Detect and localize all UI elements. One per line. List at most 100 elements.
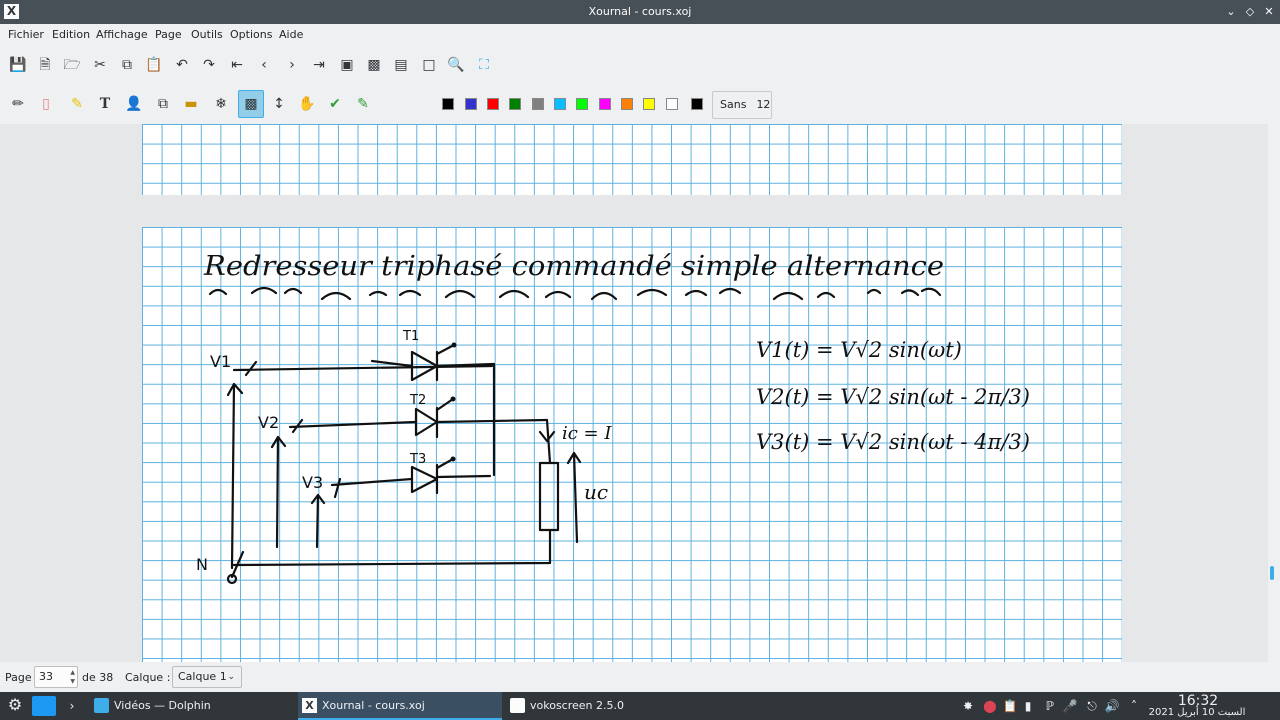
tray-expand-icon[interactable]: ˄ — [1126, 698, 1142, 714]
color-orange[interactable] — [621, 98, 633, 110]
font-name: Sans — [720, 98, 747, 111]
spin-up-icon[interactable]: ▲ — [70, 669, 75, 676]
redo-icon[interactable]: ↷ — [198, 54, 220, 76]
color-gray[interactable] — [532, 98, 544, 110]
rect-select-icon[interactable]: ▩ — [238, 90, 264, 118]
task-dolphin[interactable]: Vidéos — Dolphin — [90, 692, 296, 720]
lasso-select-icon[interactable]: ❄ — [210, 93, 232, 115]
menu-options[interactable]: Options — [230, 28, 272, 41]
save-icon[interactable]: 💾 — [7, 54, 29, 76]
close-icon[interactable]: ✕ — [1260, 3, 1278, 21]
menu-edition[interactable]: Edition — [52, 28, 90, 41]
color-red[interactable] — [487, 98, 499, 110]
show-desktop-icon[interactable] — [32, 696, 56, 716]
spin-down-icon[interactable]: ▼ — [70, 678, 75, 685]
label-t2: T2 — [409, 393, 426, 408]
zoom-fit-icon[interactable]: ▣ — [336, 54, 358, 76]
page-label: Page — [5, 671, 32, 684]
menu-page[interactable]: Page — [155, 28, 182, 41]
default-tool-icon[interactable]: ✔ — [324, 93, 346, 115]
task-vokoscreen-label: vokoscreen 2.5.0 — [530, 699, 624, 712]
page-number-value: 33 — [39, 670, 53, 683]
label-t3: T3 — [409, 452, 426, 467]
ruler-icon[interactable]: ▬ — [180, 93, 202, 115]
menu-bar: Fichier Edition Affichage Page Outils Op… — [0, 24, 1280, 46]
cut-icon[interactable]: ✂ — [89, 54, 111, 76]
bluetooth-icon[interactable]: ℙ — [1042, 698, 1058, 714]
undo-icon[interactable]: ↶ — [171, 54, 193, 76]
menu-fichier[interactable]: Fichier — [8, 28, 44, 41]
microphone-icon[interactable]: 🎤 — [1062, 698, 1078, 714]
label-t1: T1 — [402, 329, 419, 344]
highlighter-icon[interactable]: ✎ — [66, 93, 88, 115]
current-page[interactable]: Redresseur triphasé commandé simple alte… — [142, 227, 1122, 662]
wifi-icon[interactable]: ⎋ — [1084, 698, 1100, 714]
previous-page[interactable] — [142, 124, 1122, 195]
color-black[interactable] — [442, 98, 454, 110]
eraser-icon[interactable]: ▯ — [35, 93, 57, 115]
v3-arrow — [310, 493, 326, 549]
new-page-icon[interactable]: 🗎 — [34, 54, 56, 76]
vertical-space-icon[interactable]: ↕ — [268, 93, 290, 115]
page-number-spinbox[interactable]: 33 ▲ ▼ — [34, 666, 78, 688]
document-canvas[interactable]: Redresseur triphasé commandé simple alte… — [0, 124, 1268, 662]
image-tool-icon[interactable]: 👤 — [123, 93, 145, 115]
color-white[interactable] — [666, 98, 678, 110]
shape-recognizer-icon[interactable]: ⧉ — [152, 93, 174, 115]
note-title: Redresseur triphasé commandé simple alte… — [203, 251, 944, 282]
battery-icon[interactable]: ▮ — [1020, 698, 1036, 714]
color-light-blue[interactable] — [554, 98, 566, 110]
zoom-search-icon[interactable]: 🔍 — [445, 54, 467, 76]
status-bar: Page 33 ▲ ▼ de 38 Calque : Calque 1 ⌄ — [0, 662, 1280, 692]
color-current[interactable] — [691, 98, 703, 110]
clock-date[interactable]: السبت 10 أبريل 2021 — [1142, 707, 1252, 718]
record-icon[interactable]: ⬤ — [982, 698, 998, 714]
next-page-icon[interactable]: › — [281, 54, 303, 76]
color-light-green[interactable] — [576, 98, 588, 110]
color-blue[interactable] — [465, 98, 477, 110]
task-xournal-label: Xournal - cours.xoj — [322, 699, 425, 712]
default-pen-icon[interactable]: ✎ — [352, 93, 374, 115]
copy-icon[interactable]: ⧉ — [116, 54, 138, 76]
zoom-width-icon[interactable]: ▤ — [390, 54, 412, 76]
zoom-page-icon[interactable]: ▩ — [363, 54, 385, 76]
open-folder-icon[interactable]: 🗁 — [61, 54, 83, 76]
folder-icon — [94, 698, 109, 713]
t1-gate — [451, 342, 457, 348]
handwritten-notes: Redresseur triphasé commandé simple alte… — [196, 251, 1030, 585]
layer-select[interactable]: Calque 1 ⌄ — [172, 666, 242, 688]
label-v2: V2 — [258, 413, 279, 432]
paste-icon[interactable]: 📋 — [143, 54, 165, 76]
text-tool-icon[interactable]: T — [94, 93, 116, 115]
tools-toolbar: ✏ ▯ ✎ T 👤 ⧉ ▬ ❄ ▩ ↕ ✋ ✔ ✎ — [0, 88, 1280, 196]
hand-tool-icon[interactable]: ✋ — [296, 93, 318, 115]
fullscreen-icon[interactable]: ⛶ — [473, 54, 495, 76]
uc-arrow — [566, 451, 582, 544]
minimize-icon[interactable]: ⌄ — [1222, 3, 1240, 21]
volume-icon[interactable]: 🔊 — [1104, 698, 1120, 714]
task-vokoscreen[interactable]: vokoscreen 2.5.0 — [506, 692, 712, 720]
v2-arrow — [270, 435, 287, 549]
title-bar: X Xournal - cours.xoj ⌄ ◇ ✕ — [0, 0, 1280, 24]
previous-page-icon[interactable]: ‹ — [253, 54, 275, 76]
menu-aide[interactable]: Aide — [279, 28, 303, 41]
page-count-label: de 38 — [82, 671, 114, 684]
font-button[interactable]: Sans 12 — [712, 91, 772, 119]
zoom-reset-icon[interactable]: □ — [418, 54, 440, 76]
menu-outils[interactable]: Outils — [191, 28, 223, 41]
pager-icon[interactable]: › — [64, 698, 80, 714]
color-magenta[interactable] — [599, 98, 611, 110]
last-page-icon[interactable]: ⇥ — [308, 54, 330, 76]
first-page-icon[interactable]: ⇤ — [226, 54, 248, 76]
vertical-scrollbar[interactable] — [1268, 124, 1280, 662]
color-yellow[interactable] — [643, 98, 655, 110]
menu-affichage[interactable]: Affichage — [96, 28, 148, 41]
app-launcher-icon[interactable]: ⚙ — [6, 697, 24, 715]
color-green[interactable] — [509, 98, 521, 110]
pen-icon[interactable]: ✏ — [7, 93, 29, 115]
task-xournal[interactable]: X Xournal - cours.xoj — [298, 692, 502, 720]
clipboard-icon[interactable]: 📋 — [1002, 698, 1018, 714]
keep-above-icon[interactable]: ◇ — [1241, 3, 1259, 21]
scrollbar-thumb[interactable] — [1270, 566, 1274, 580]
notifications-icon[interactable]: ✸ — [960, 698, 976, 714]
